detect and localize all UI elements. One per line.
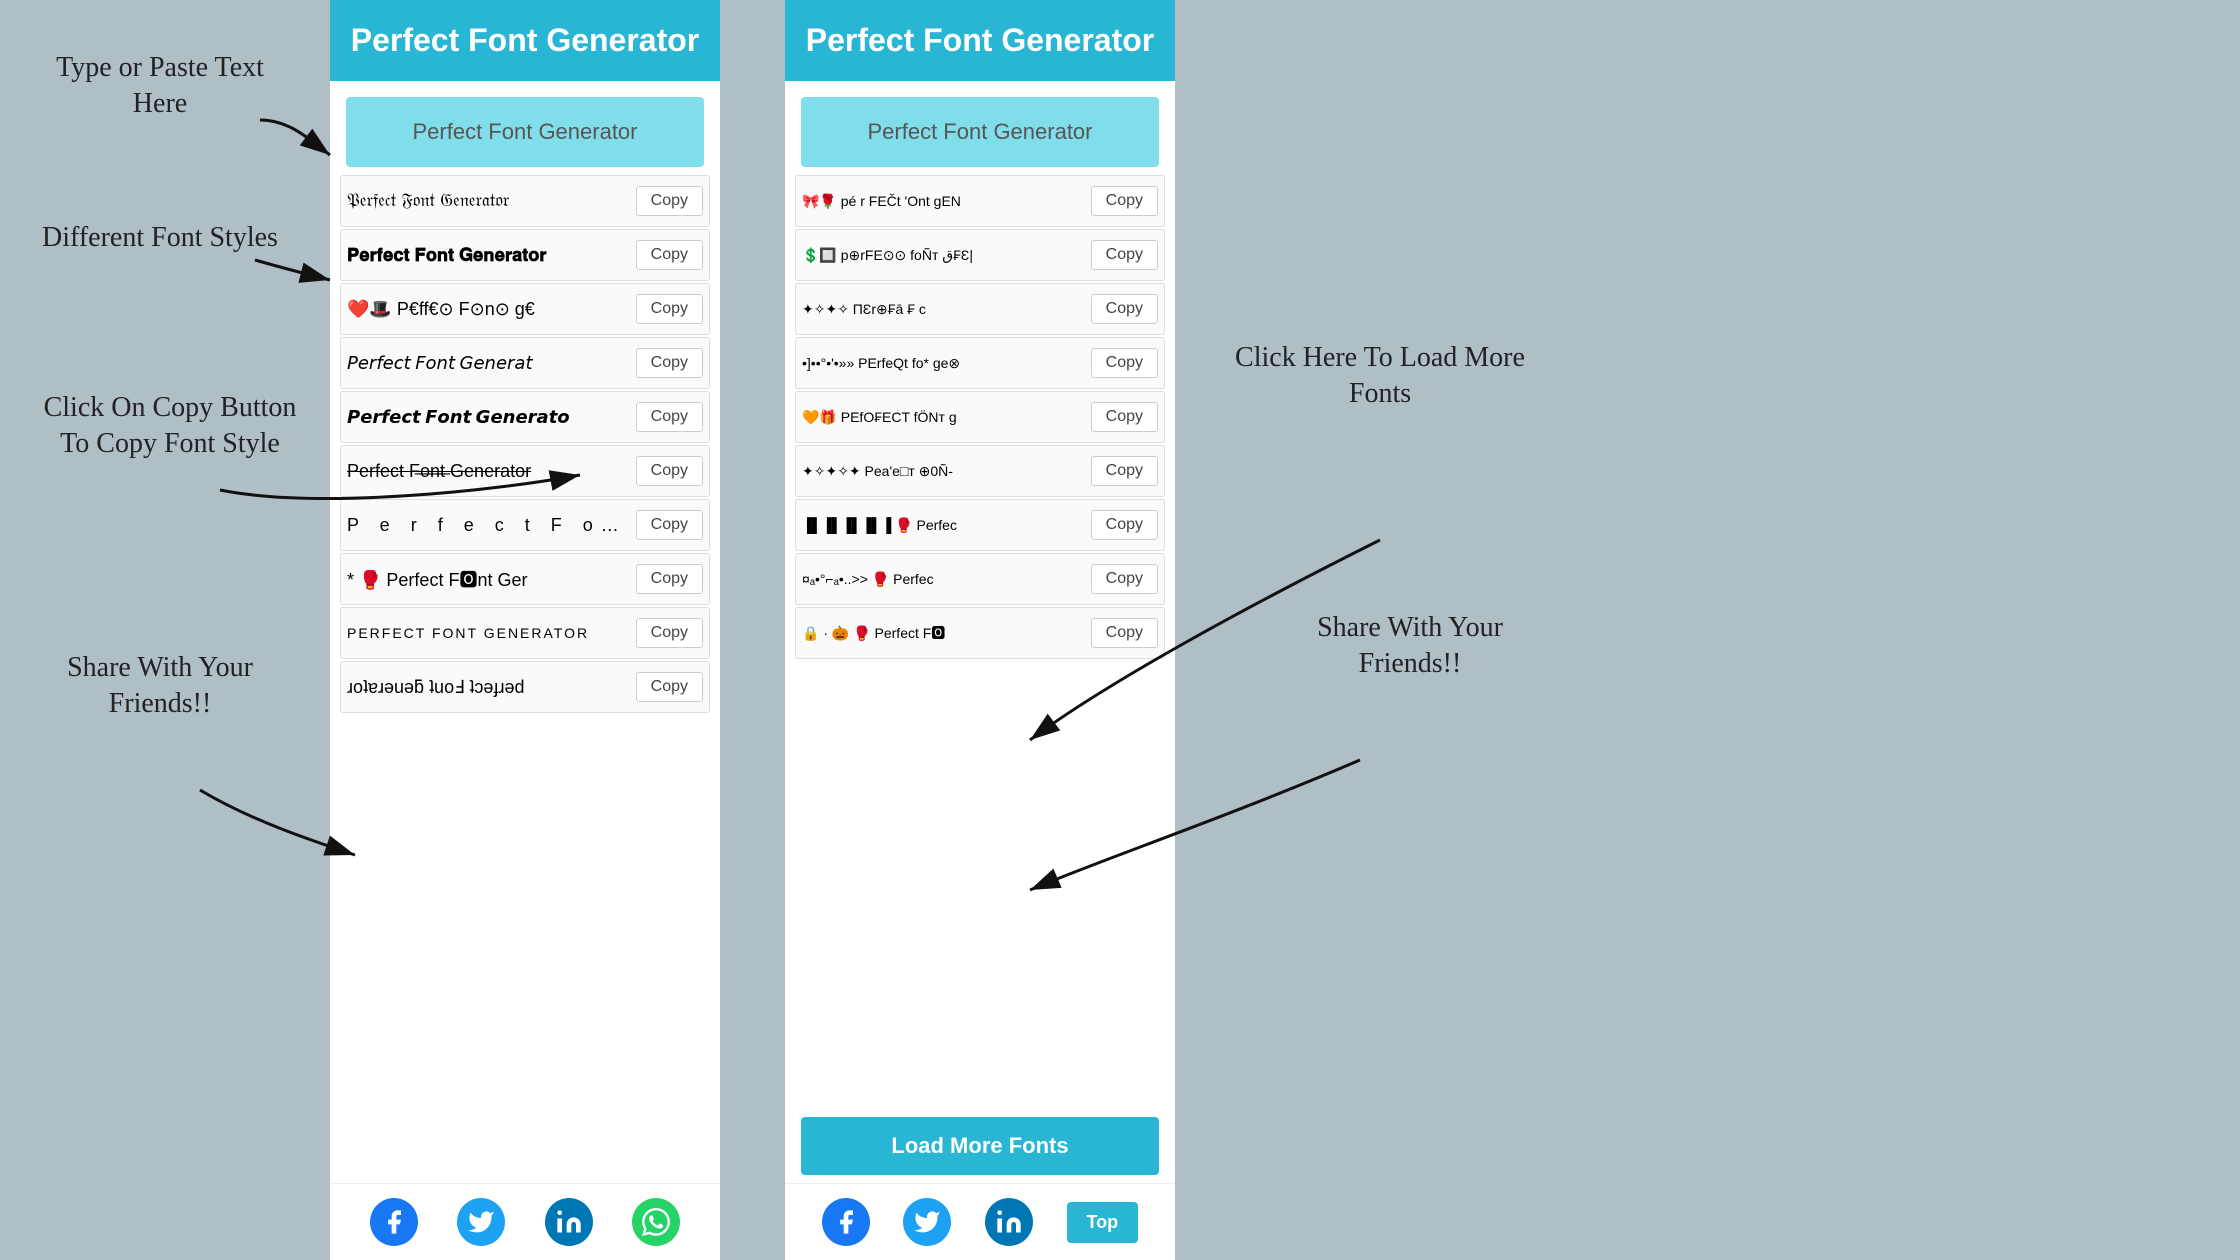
facebook-share-button-right[interactable] xyxy=(822,1198,870,1246)
font-row: ɹoʇɐɹǝuǝƃ ʇuoℲ ʇɔǝɟɹǝd Copy xyxy=(340,661,710,713)
linkedin-share-button[interactable] xyxy=(545,1198,593,1246)
font-row: P e r f e c t F o n t Copy xyxy=(340,499,710,551)
copy-button[interactable]: Copy xyxy=(636,672,703,702)
font-text: 🎀🌹 pé r FEČt 'Ont gEN xyxy=(802,193,1091,210)
font-text: ✦✧✦✧✦ Pеa'e□т ⊕0Ñ- xyxy=(802,463,1091,480)
font-text: ¤ₐ•°⌐ₐ•..>> 🥊 Perfec xyxy=(802,571,1091,588)
share-bar-left xyxy=(330,1183,720,1260)
font-row: 🔒 · 🎃 🥊 Perfect F🅾 Copy xyxy=(795,607,1165,659)
copy-button[interactable]: Copy xyxy=(636,294,703,324)
copy-button[interactable]: Copy xyxy=(1091,294,1158,324)
left-phone-panel: Perfect Font Generator 𝔓𝔢𝔯𝔣𝔢𝔠𝔱 𝔉𝔬𝔫𝔱 𝔊𝔢𝔫𝔢… xyxy=(330,0,720,1260)
font-text: P e r f e c t F o n t xyxy=(347,515,636,536)
font-text: 𝐏𝐞𝐫𝐟𝐞𝐜𝐭 𝐅𝐨𝐧𝐭 𝐆𝐞𝐧𝐞𝐫𝐚𝐭𝐨𝐫 xyxy=(347,245,636,266)
font-list-left: 𝔓𝔢𝔯𝔣𝔢𝔠𝔱 𝔉𝔬𝔫𝔱 𝔊𝔢𝔫𝔢𝔯𝔞𝔱𝔬𝔯 Copy 𝐏𝐞𝐫𝐟𝐞𝐜𝐭 𝐅𝐨𝐧𝐭… xyxy=(330,175,720,1183)
font-text: Perfect F̶o̶n̶t̶ Generator xyxy=(347,461,636,482)
copy-button[interactable]: Copy xyxy=(636,240,703,270)
share-bar-right: Top xyxy=(785,1183,1175,1260)
copy-button[interactable]: Copy xyxy=(636,402,703,432)
annotation-share-left: Share With Your Friends!! xyxy=(30,650,290,723)
font-text: 💲🔲 p⊕rFE⊙⊙ foÑт ق₣Ɛ| xyxy=(802,247,1091,264)
copy-button[interactable]: Copy xyxy=(636,186,703,216)
font-row: 𝔓𝔢𝔯𝔣𝔢𝔠𝔱 𝔉𝔬𝔫𝔱 𝔊𝔢𝔫𝔢𝔯𝔞𝔱𝔬𝔯 Copy xyxy=(340,175,710,227)
copy-button[interactable]: Copy xyxy=(1091,186,1158,216)
font-text: ❤️🎩 P€ff€⊙ F⊙n⊙ g€ xyxy=(347,299,636,320)
font-row: ✦✧✦✧✦ Pеa'e□т ⊕0Ñ- Copy xyxy=(795,445,1165,497)
font-text: 𝘗𝘦𝘳𝘧𝘦𝘤𝘵 𝘍𝘰𝘯𝘵 𝘎𝘦𝘯𝘦𝘳𝘢𝘵 xyxy=(347,353,636,374)
copy-button[interactable]: Copy xyxy=(636,348,703,378)
copy-button[interactable]: Copy xyxy=(1091,456,1158,486)
copy-button[interactable]: Copy xyxy=(636,618,703,648)
whatsapp-share-button[interactable] xyxy=(632,1198,680,1246)
font-text: ▐▌▐▌▐▌▐▌▐ 🥊 Perfec xyxy=(802,517,1091,534)
font-row: 🎀🌹 pé r FEČt 'Ont gEN Copy xyxy=(795,175,1165,227)
copy-button[interactable]: Copy xyxy=(1091,402,1158,432)
copy-button[interactable]: Copy xyxy=(636,564,703,594)
font-row: 𝘗𝘦𝘳𝘧𝘦𝘤𝘵 𝘍𝘰𝘯𝘵 𝘎𝘦𝘯𝘦𝘳𝘢𝘵 Copy xyxy=(340,337,710,389)
font-row: PERFECT FONT GENERATOR Copy xyxy=(340,607,710,659)
linkedin-share-button-right[interactable] xyxy=(985,1198,1033,1246)
copy-button[interactable]: Copy xyxy=(1091,240,1158,270)
font-row: ¤ₐ•°⌐ₐ•..>> 🥊 Perfec Copy xyxy=(795,553,1165,605)
copy-button[interactable]: Copy xyxy=(636,510,703,540)
font-text: ✦✧✦✧ ΠƐr⊕₣ā ₣ c xyxy=(802,301,1091,318)
font-row: 🧡🎁 PEfO₣ECT fÖNт g Copy xyxy=(795,391,1165,443)
facebook-share-button[interactable] xyxy=(370,1198,418,1246)
load-more-button[interactable]: Load More Fonts xyxy=(801,1117,1159,1175)
font-text: ɹoʇɐɹǝuǝƃ ʇuoℲ ʇɔǝɟɹǝd xyxy=(347,677,636,698)
copy-button[interactable]: Copy xyxy=(636,456,703,486)
font-text: 🧡🎁 PEfO₣ECT fÖNт g xyxy=(802,409,1091,426)
annotation-type-paste: Type or Paste Text Here xyxy=(30,50,290,123)
font-row: ✦✧✦✧ ΠƐr⊕₣ā ₣ c Copy xyxy=(795,283,1165,335)
font-text: •]••°•'•»» PErfeQt fo* ge⊗ xyxy=(802,355,1091,372)
copy-button[interactable]: Copy xyxy=(1091,564,1158,594)
font-row: 𝙋𝙚𝙧𝙛𝙚𝙘𝙩 𝙁𝙤𝙣𝙩 𝙂𝙚𝙣𝙚𝙧𝙖𝙩𝙤 Copy xyxy=(340,391,710,443)
text-input-right[interactable] xyxy=(801,97,1159,167)
font-text: 🔒 · 🎃 🥊 Perfect F🅾 xyxy=(802,623,1091,643)
annotation-share-right: Share With Your Friends!! xyxy=(1270,610,1550,683)
annotation-different-fonts: Different Font Styles xyxy=(30,220,290,256)
font-row: •]••°•'•»» PErfeQt fo* ge⊗ Copy xyxy=(795,337,1165,389)
copy-button[interactable]: Copy xyxy=(1091,348,1158,378)
copy-button[interactable]: Copy xyxy=(1091,510,1158,540)
font-row: Perfect F̶o̶n̶t̶ Generator Copy xyxy=(340,445,710,497)
left-panel-header: Perfect Font Generator xyxy=(330,0,720,81)
font-list-right: 🎀🌹 pé r FEČt 'Ont gEN Copy 💲🔲 p⊕rFE⊙⊙ fo… xyxy=(785,175,1175,1109)
font-text: 𝙋𝙚𝙧𝙛𝙚𝙘𝙩 𝙁𝙤𝙣𝙩 𝙂𝙚𝙣𝙚𝙧𝙖𝙩𝙤 xyxy=(347,407,636,428)
font-text: 𝔓𝔢𝔯𝔣𝔢𝔠𝔱 𝔉𝔬𝔫𝔱 𝔊𝔢𝔫𝔢𝔯𝔞𝔱𝔬𝔯 xyxy=(347,191,636,211)
text-input[interactable] xyxy=(346,97,704,167)
twitter-share-button-right[interactable] xyxy=(903,1198,951,1246)
font-row: * 🥊 Perfect F🅾nt Ger Copy xyxy=(340,553,710,605)
right-phone-panel: Perfect Font Generator 🎀🌹 pé r FEČt 'Ont… xyxy=(785,0,1175,1260)
top-button[interactable]: Top xyxy=(1067,1202,1139,1243)
copy-button[interactable]: Copy xyxy=(1091,618,1158,648)
font-row: ▐▌▐▌▐▌▐▌▐ 🥊 Perfec Copy xyxy=(795,499,1165,551)
annotation-click-load: Click Here To Load More Fonts xyxy=(1230,340,1530,413)
font-text: PERFECT FONT GENERATOR xyxy=(347,625,636,641)
font-row: 𝐏𝐞𝐫𝐟𝐞𝐜𝐭 𝐅𝐨𝐧𝐭 𝐆𝐞𝐧𝐞𝐫𝐚𝐭𝐨𝐫 Copy xyxy=(340,229,710,281)
right-panel-header: Perfect Font Generator xyxy=(785,0,1175,81)
font-row: 💲🔲 p⊕rFE⊙⊙ foÑт ق₣Ɛ| Copy xyxy=(795,229,1165,281)
font-row: ❤️🎩 P€ff€⊙ F⊙n⊙ g€ Copy xyxy=(340,283,710,335)
twitter-share-button[interactable] xyxy=(457,1198,505,1246)
annotation-click-copy: Click On Copy Button To Copy Font Style xyxy=(30,390,310,463)
font-text: * 🥊 Perfect F🅾nt Ger xyxy=(347,566,636,592)
